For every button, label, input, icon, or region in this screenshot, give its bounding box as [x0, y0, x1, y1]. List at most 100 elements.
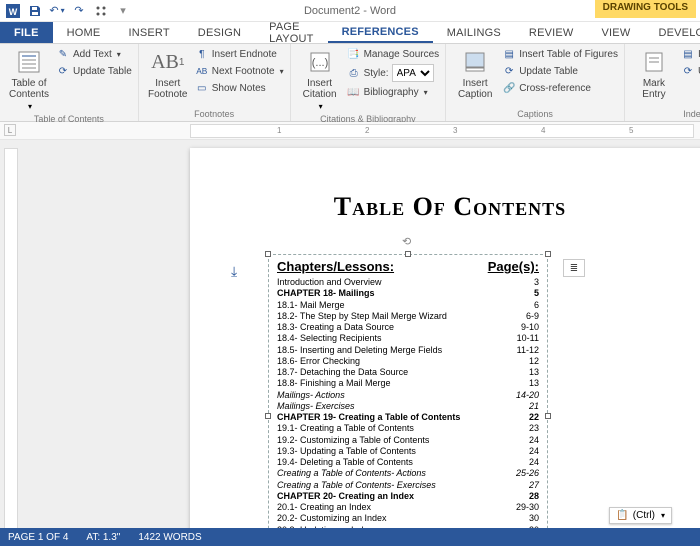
update-index-button[interactable]: ⟳Update Index: [681, 63, 700, 79]
paste-options-button[interactable]: 📋 (Ctrl)▾: [609, 507, 672, 524]
tab-home[interactable]: HOME: [53, 22, 115, 43]
toc-row: Creating a Table of Contents- Actions25-…: [277, 468, 539, 479]
mark-entry-icon: [640, 48, 668, 76]
redo-icon[interactable]: ↷: [72, 4, 86, 18]
manage-sources-button[interactable]: 📑Manage Sources: [347, 46, 440, 62]
toc-row: 19.4- Deleting a Table of Contents24: [277, 457, 539, 468]
toc-rows: Introduction and Overview3CHAPTER 18- Ma…: [277, 277, 539, 528]
table-of-contents-button[interactable]: Table of Contents▾: [6, 46, 52, 113]
anchor-icon[interactable]: ⤓: [231, 263, 237, 280]
toc-row: 19.1- Creating a Table of Contents23: [277, 423, 539, 434]
cross-reference-button[interactable]: 🔗Cross-reference: [502, 80, 618, 96]
update-icon: ⟳: [502, 64, 516, 78]
style-dropdown[interactable]: APA: [392, 64, 434, 82]
horizontal-ruler[interactable]: 1 2 3 4 5: [190, 124, 694, 138]
text-box-selected[interactable]: ⟲ ⤓ ≣ Chapters/Lessons: Page(s): Introdu…: [268, 254, 548, 528]
toc-row: 19.3- Updating a Table of Contents24: [277, 446, 539, 457]
ribbon-tabs: FILE HOME INSERT DESIGN PAGE LAYOUT REFE…: [0, 22, 700, 44]
style-icon: ⎙: [347, 66, 361, 80]
next-footnote-icon: AB: [195, 64, 209, 78]
toc-row: 18.1- Mail Merge6: [277, 300, 539, 311]
toc-icon: [15, 48, 43, 76]
status-position[interactable]: AT: 1.3": [86, 532, 120, 543]
resize-handle[interactable]: [545, 413, 551, 419]
toc-row: 18.2- The Step by Step Mail Merge Wizard…: [277, 311, 539, 322]
contextual-tab-header: DRAWING TOOLS: [595, 0, 696, 18]
toc-row: 18.8- Finishing a Mail Merge13: [277, 378, 539, 389]
status-page[interactable]: PAGE 1 OF 4: [8, 532, 68, 543]
toc-row: 18.5- Inserting and Deleting Merge Field…: [277, 345, 539, 356]
manage-sources-icon: 📑: [347, 47, 361, 61]
page-heading: Table Of Contents: [190, 192, 700, 222]
show-notes-button[interactable]: ▭Show Notes: [195, 80, 284, 96]
toc-row: CHAPTER 19- Creating a Table of Contents…: [277, 412, 539, 423]
document-page[interactable]: Table Of Contents ⟲ ⤓ ≣ Chapters/Lessons…: [190, 148, 700, 528]
ribbon: Table of Contents▾ ✎Add Text▾ ⟳Update Ta…: [0, 44, 700, 122]
tab-view[interactable]: VIEW: [588, 22, 645, 43]
layout-options-button[interactable]: ≣: [563, 259, 585, 277]
endnote-icon: ¶: [195, 47, 209, 61]
toc-header-row: Chapters/Lessons: Page(s):: [277, 259, 539, 274]
add-text-button[interactable]: ✎Add Text▾: [56, 46, 132, 62]
figures-icon: ▤: [502, 47, 516, 61]
toc-row: 20.2- Customizing an Index30: [277, 513, 539, 524]
tab-mailings[interactable]: MAILINGS: [433, 22, 515, 43]
status-bar: PAGE 1 OF 4 AT: 1.3" 1422 WORDS: [0, 528, 700, 546]
svg-text:W: W: [9, 7, 18, 17]
toc-row: 18.6- Error Checking12: [277, 356, 539, 367]
tab-references[interactable]: REFERENCES: [328, 22, 433, 43]
vertical-ruler[interactable]: [4, 148, 18, 528]
tab-design[interactable]: DESIGN: [184, 22, 255, 43]
add-text-icon: ✎: [56, 47, 70, 61]
resize-handle[interactable]: [405, 251, 411, 257]
toc-row: 20.1- Creating an Index29-30: [277, 502, 539, 513]
status-words[interactable]: 1422 WORDS: [138, 532, 201, 543]
insert-index-button[interactable]: ▤Insert Index: [681, 46, 700, 62]
toc-head-right: Page(s):: [488, 259, 539, 274]
toc-row: Mailings- Exercises21: [277, 401, 539, 412]
tab-file[interactable]: FILE: [0, 22, 53, 43]
group-captions: Insert Caption ▤Insert Table of Figures …: [446, 44, 625, 121]
customize-icon[interactable]: [94, 4, 108, 18]
mark-entry-button[interactable]: Mark Entry: [631, 46, 677, 102]
undo-icon[interactable]: ↶▾: [50, 4, 64, 18]
insert-endnote-button[interactable]: ¶Insert Endnote: [195, 46, 284, 62]
cross-ref-icon: 🔗: [502, 81, 516, 95]
toc-head-left: Chapters/Lessons:: [277, 259, 394, 274]
insert-table-figures-button[interactable]: ▤Insert Table of Figures: [502, 46, 618, 62]
ruler-corner[interactable]: L: [4, 124, 16, 136]
tab-page-layout[interactable]: PAGE LAYOUT: [255, 22, 327, 43]
resize-handle[interactable]: [265, 251, 271, 257]
citation-style-select[interactable]: ⎙Style: APA: [347, 63, 440, 83]
rotate-handle-icon[interactable]: ⟲: [402, 235, 414, 247]
save-icon[interactable]: [28, 4, 42, 18]
group-footnotes: AB1 Insert Footnote ¶Insert Endnote ABNe…: [139, 44, 291, 121]
tab-insert[interactable]: INSERT: [114, 22, 183, 43]
update-table-button[interactable]: ⟳Update Table: [56, 63, 132, 79]
update-icon: ⟳: [56, 64, 70, 78]
next-footnote-button[interactable]: ABNext Footnote▾: [195, 63, 284, 79]
update-icon: ⟳: [681, 64, 695, 78]
insert-footnote-button[interactable]: AB1 Insert Footnote: [145, 46, 191, 102]
qat-dropdown-icon[interactable]: ▾: [116, 4, 130, 18]
toc-row: Introduction and Overview3: [277, 277, 539, 288]
bibliography-icon: 📖: [347, 85, 361, 99]
tab-developer[interactable]: DEVELOPER: [644, 22, 700, 43]
update-caption-table-button[interactable]: ⟳Update Table: [502, 63, 618, 79]
resize-handle[interactable]: [265, 413, 271, 419]
toc-row: 19.2- Customizing a Table of Contents24: [277, 435, 539, 446]
toc-row: CHAPTER 18- Mailings5: [277, 288, 539, 299]
ruler-area: L 1 2 3 4 5: [0, 122, 700, 140]
insert-caption-button[interactable]: Insert Caption: [452, 46, 498, 102]
bibliography-button[interactable]: 📖Bibliography▾: [347, 84, 440, 100]
footnote-icon: AB1: [154, 48, 182, 76]
insert-citation-button[interactable]: (...) Insert Citation▾: [297, 46, 343, 113]
group-index: Mark Entry ▤Insert Index ⟳Update Index I…: [625, 44, 700, 121]
tab-review[interactable]: REVIEW: [515, 22, 588, 43]
resize-handle[interactable]: [545, 251, 551, 257]
word-icon: W: [6, 4, 20, 18]
document-workspace[interactable]: Table Of Contents ⟲ ⤓ ≣ Chapters/Lessons…: [0, 140, 700, 528]
citation-icon: (...): [306, 48, 334, 76]
toc-row: 18.3- Creating a Data Source9-10: [277, 322, 539, 333]
toc-row: CHAPTER 20- Creating an Index28: [277, 491, 539, 502]
